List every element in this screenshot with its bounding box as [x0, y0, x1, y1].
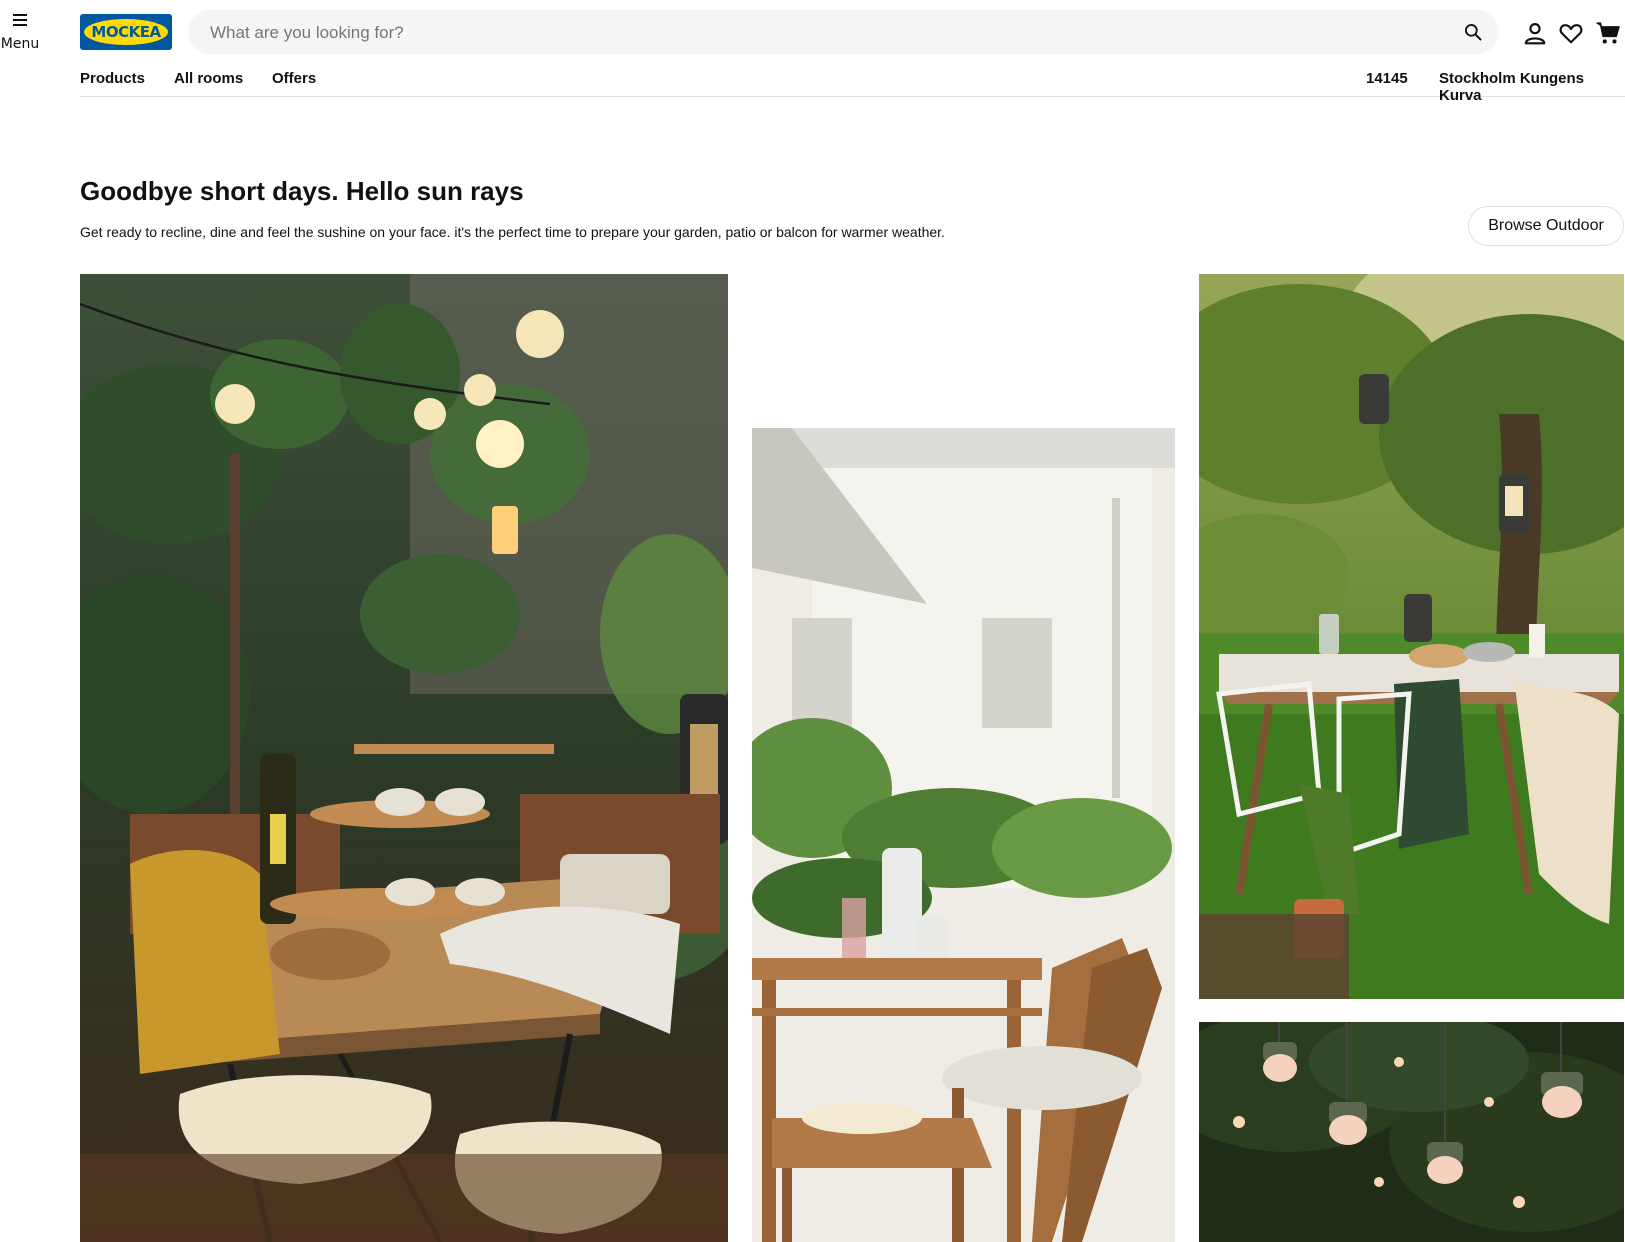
balcony-image[interactable] — [752, 428, 1175, 1242]
search-bar — [188, 10, 1499, 56]
user-icon[interactable] — [1522, 20, 1548, 46]
heart-icon[interactable] — [1558, 20, 1584, 46]
postal-code-link[interactable]: 14145 — [1366, 70, 1408, 87]
search-icon[interactable] — [1463, 22, 1483, 42]
page-title: Goodbye short days. Hello sun rays — [80, 176, 524, 206]
logo-registered-mark: ® — [155, 19, 161, 26]
nav-item-products[interactable]: Products — [80, 70, 145, 87]
hero-description: Get ready to recline, dine and feel the … — [80, 224, 945, 240]
patio-dining-image[interactable] — [80, 274, 728, 1242]
menu-label: Menu — [0, 36, 40, 52]
main-nav: Products All rooms Offers 14145 Stockhol… — [80, 68, 1625, 104]
nav-item-all-rooms[interactable]: All rooms — [174, 70, 243, 87]
cart-icon[interactable] — [1595, 20, 1621, 46]
garden-dining-image[interactable] — [1199, 274, 1624, 999]
outdoor-lamps-image[interactable] — [1199, 1022, 1624, 1242]
browse-outdoor-button[interactable]: Browse Outdoor — [1468, 206, 1624, 246]
logo[interactable]: MOCKEA ® — [80, 14, 172, 50]
store-link[interactable]: Stockholm Kungens Kurva — [1439, 70, 1625, 104]
search-input[interactable] — [208, 10, 1442, 56]
hamburger-icon — [13, 14, 27, 26]
nav-item-offers[interactable]: Offers — [272, 70, 316, 87]
menu-button[interactable]: Menu — [0, 8, 40, 52]
